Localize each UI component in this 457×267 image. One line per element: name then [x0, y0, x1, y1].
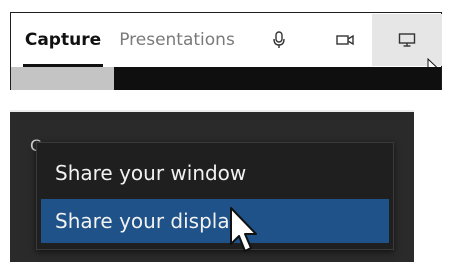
video-camera-icon	[336, 34, 354, 46]
share-menu-panel: C Share your window Share your display	[10, 110, 414, 262]
share-display-menu-item[interactable]: Share your display	[41, 199, 389, 243]
share-window-menu-item[interactable]: Share your window	[41, 151, 389, 195]
mouse-cursor-icon	[229, 206, 259, 259]
progress-fill	[11, 67, 115, 90]
tab-presentations-label: Presentations	[119, 30, 235, 50]
tab-capture-label: Capture	[24, 30, 102, 50]
tab-presentations[interactable]: Presentations	[113, 13, 241, 67]
tab-microphone[interactable]	[251, 13, 307, 67]
tab-camera[interactable]	[315, 13, 375, 67]
microphone-icon	[272, 31, 286, 49]
share-display-label: Share your display	[55, 209, 242, 233]
tab-capture[interactable]: Capture	[21, 13, 105, 67]
progress-bar	[11, 67, 441, 90]
monitor-icon	[398, 32, 416, 48]
share-window-label: Share your window	[55, 161, 247, 185]
capture-tab-bar: Capture Presentations	[10, 12, 442, 90]
share-dropdown-menu: Share your window Share your display	[36, 142, 394, 250]
